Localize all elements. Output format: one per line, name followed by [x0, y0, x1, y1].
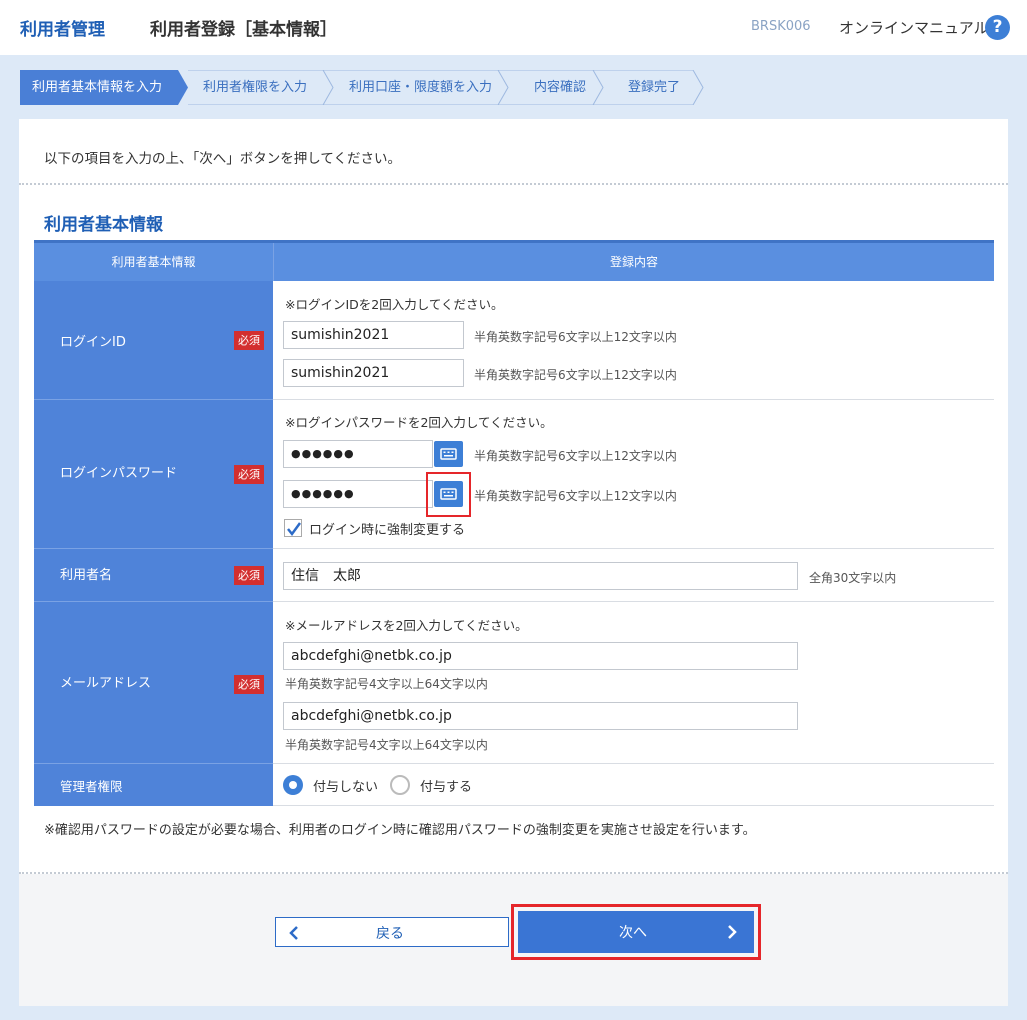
login-id-value-cell: ※ログインIDを2回入力してください。 sumishin2021 半角英数字記号…: [273, 281, 994, 400]
screen-code: BRSK006: [751, 19, 811, 34]
main-panel: 以下の項目を入力の上、「次へ」ボタンを押してください。 利用者基本情報 利用者基…: [19, 119, 1008, 1006]
step-2: 利用者権限を入力: [203, 80, 308, 95]
login-id-label-cell: ログインID 必須: [34, 281, 273, 400]
radio-no-admin[interactable]: [283, 775, 303, 795]
password-hint-2: 半角英数字記号6文字以上12文字以内: [474, 489, 677, 503]
user-name-value-cell: 住信 太郎 全角30文字以内: [273, 549, 994, 602]
force-change-checkbox[interactable]: [284, 519, 302, 537]
force-change-label[interactable]: ログイン時に強制変更する: [309, 519, 465, 538]
button-area: 戻る 次へ: [19, 874, 1008, 1006]
login-id-hint-1: 半角英数字記号6文字以上12文字以内: [474, 330, 677, 344]
required-badge: 必須: [234, 675, 264, 694]
software-keyboard-button-2[interactable]: [434, 481, 463, 507]
breadcrumb[interactable]: 利用者管理: [20, 15, 105, 40]
email-value-cell: ※メールアドレスを2回入力してください。 abcdefghi@netbk.co.…: [273, 602, 994, 764]
col-value-header: 登録内容: [273, 243, 994, 281]
email-hint-2: 半角英数字記号4文字以上64文字以内: [285, 738, 488, 752]
login-id-input-2[interactable]: sumishin2021: [283, 359, 464, 387]
admin-label-cell: 管理者権限: [34, 764, 273, 806]
keyboard-icon: [440, 448, 457, 460]
next-button[interactable]: 次へ: [518, 911, 754, 953]
intro-text: 以下の項目を入力の上、「次へ」ボタンを押してください。: [44, 151, 401, 167]
top-bar: 利用者管理 利用者登録［基本情報］ BRSK006 オンラインマニュアル ?: [0, 0, 1027, 55]
keyboard-icon: [440, 488, 457, 500]
back-button[interactable]: 戻る: [275, 917, 509, 947]
user-name-label: 利用者名: [60, 568, 113, 583]
checkmark-icon: [287, 522, 302, 537]
page-title: 利用者登録［基本情報］: [150, 20, 337, 40]
user-name-hint: 全角30文字以内: [809, 571, 897, 585]
chevron-right-icon: [728, 925, 737, 939]
online-manual-link[interactable]: オンラインマニュアル: [839, 17, 989, 38]
email-label: メールアドレス: [60, 676, 152, 691]
footnote: ※確認用パスワードの設定が必要な場合、利用者のログイン時に確認用パスワードの強制…: [44, 823, 756, 838]
password-value-cell: ※ログインパスワードを2回入力してください。 ●●●●●● 半角英数字記号6文字…: [273, 400, 994, 549]
user-name-label-cell: 利用者名 必須: [34, 549, 273, 602]
admin-value-cell: 付与しない 付与する: [273, 764, 994, 806]
email-note: ※メールアドレスを2回入力してください。: [285, 618, 528, 633]
col-label-header: 利用者基本情報: [111, 255, 196, 269]
step-1: 利用者基本情報を入力: [32, 80, 163, 95]
table-header: 利用者基本情報 登録内容: [34, 240, 994, 281]
password-input-1[interactable]: ●●●●●●: [283, 440, 433, 468]
required-badge: 必須: [234, 566, 264, 585]
password-note: ※ログインパスワードを2回入力してください。: [285, 415, 553, 430]
radio-no-admin-label[interactable]: 付与しない: [313, 776, 378, 795]
radio-dot: [289, 781, 297, 789]
email-input-2[interactable]: abcdefghi@netbk.co.jp: [283, 702, 798, 730]
password-hint-1: 半角英数字記号6文字以上12文字以内: [474, 449, 677, 463]
required-badge: 必須: [234, 465, 264, 484]
login-id-note: ※ログインIDを2回入力してください。: [285, 297, 504, 312]
password-label: ログインパスワード: [60, 466, 178, 481]
password-label-cell: ログインパスワード 必須: [34, 400, 273, 549]
section-title: 利用者基本情報: [44, 215, 163, 235]
radio-grant-admin[interactable]: [390, 775, 410, 795]
email-label-cell: メールアドレス 必須: [34, 602, 273, 764]
step-3: 利用口座・限度額を入力: [349, 80, 493, 95]
radio-grant-admin-label[interactable]: 付与する: [420, 776, 472, 795]
divider: [19, 183, 1008, 185]
login-id-input-1[interactable]: sumishin2021: [283, 321, 464, 349]
login-id-hint-2: 半角英数字記号6文字以上12文字以内: [474, 368, 677, 382]
password-input-2[interactable]: ●●●●●●: [283, 480, 433, 508]
admin-label: 管理者権限: [60, 779, 123, 794]
back-button-label: 戻る: [376, 926, 404, 942]
next-button-label: 次へ: [619, 925, 647, 941]
help-icon[interactable]: ?: [985, 15, 1010, 40]
login-id-label: ログインID: [60, 335, 126, 350]
software-keyboard-button-1[interactable]: [434, 441, 463, 467]
step-4: 内容確認: [534, 80, 587, 95]
required-badge: 必須: [234, 331, 264, 350]
email-input-1[interactable]: abcdefghi@netbk.co.jp: [283, 642, 798, 670]
email-hint-1: 半角英数字記号4文字以上64文字以内: [285, 677, 488, 691]
user-name-input[interactable]: 住信 太郎: [283, 562, 798, 590]
step-5: 登録完了: [628, 80, 681, 95]
